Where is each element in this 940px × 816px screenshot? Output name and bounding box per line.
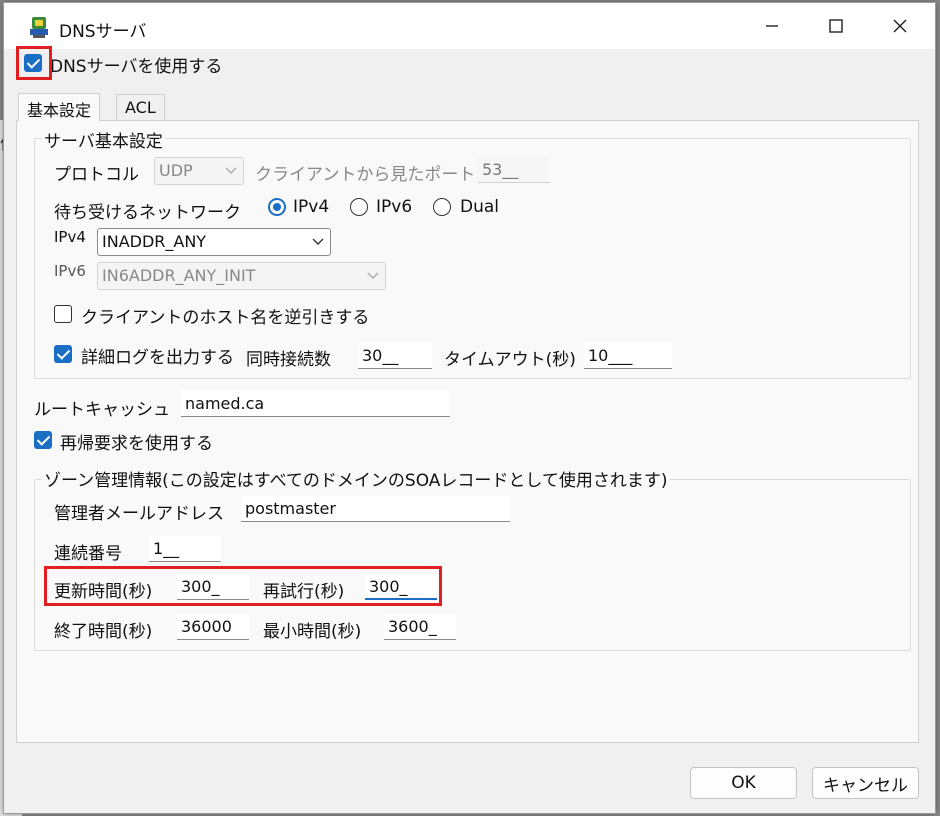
- ipv4-label: IPv4: [54, 228, 86, 246]
- chevron-down-icon: [225, 167, 237, 174]
- recursion-label: 再帰要求を使用する: [60, 434, 213, 454]
- use-dns-label: DNSサーバを使用する: [50, 57, 223, 77]
- zone-group-title: ゾーン管理情報(この設定はすべてのドメインのSOAレコードとして使用されます): [42, 466, 670, 491]
- admin-mail-field[interactable]: postmaster: [241, 496, 510, 522]
- minimum-field[interactable]: 3600_: [384, 614, 456, 640]
- reverse-lookup-checkbox[interactable]: [54, 305, 72, 323]
- ipv6-value: IN6ADDR_ANY_INIT: [102, 266, 256, 285]
- close-button[interactable]: [868, 3, 932, 49]
- ipv4-select[interactable]: INADDR_ANY: [97, 228, 331, 256]
- chevron-down-icon: [312, 238, 324, 245]
- root-cache-field[interactable]: named.ca: [181, 391, 450, 417]
- concurrent-field[interactable]: 30__: [358, 343, 432, 369]
- use-dns-checkbox[interactable]: [24, 54, 42, 72]
- cancel-button[interactable]: キャンセル: [812, 767, 919, 799]
- timeout-label: タイムアウト(秒): [444, 350, 576, 370]
- timeout-field[interactable]: 10___: [584, 343, 672, 369]
- maximize-icon: [829, 19, 843, 33]
- refresh-label: 更新時間(秒): [54, 582, 153, 602]
- radio-ipv4[interactable]: [268, 198, 286, 216]
- maximize-button[interactable]: [804, 3, 868, 49]
- protocol-select[interactable]: UDP: [154, 157, 244, 185]
- server-basic-group-title: サーバ基本設定: [42, 127, 165, 152]
- client-port-field[interactable]: 53__: [478, 157, 550, 183]
- radio-ipv6[interactable]: [350, 198, 368, 216]
- detail-log-label: 詳細ログを出力する: [81, 348, 234, 368]
- tab-basic-settings[interactable]: 基本設定: [18, 93, 101, 121]
- close-icon: [893, 19, 907, 33]
- expire-field[interactable]: 36000: [177, 614, 249, 640]
- concurrent-label: 同時接続数: [246, 350, 331, 370]
- protocol-label: プロトコル: [54, 165, 139, 185]
- reverse-lookup-label: クライアントのホスト名を逆引きする: [81, 308, 370, 328]
- radio-ipv6-label: IPv6: [376, 197, 413, 217]
- radio-dual[interactable]: [433, 198, 451, 216]
- ipv6-select[interactable]: IN6ADDR_ANY_INIT: [97, 262, 386, 290]
- retry-field[interactable]: 300_: [365, 574, 437, 600]
- minimum-label: 最小時間(秒): [263, 622, 362, 642]
- recursion-checkbox[interactable]: [34, 431, 52, 449]
- title-bar: DNSサーバ: [4, 3, 935, 49]
- expire-label: 終了時間(秒): [54, 622, 153, 642]
- client-port-label: クライアントから見たポート: [255, 165, 476, 185]
- ok-button[interactable]: OK: [690, 767, 797, 799]
- minimize-icon: [766, 25, 778, 27]
- retry-label: 再試行(秒): [263, 582, 345, 602]
- protocol-value: UDP: [159, 161, 193, 180]
- network-label: 待ち受けるネットワーク: [54, 203, 241, 223]
- radio-dual-label: Dual: [460, 197, 500, 217]
- radio-ipv4-label: IPv4: [293, 197, 330, 217]
- ipv4-value: INADDR_ANY: [102, 232, 207, 251]
- root-cache-label: ルートキャッシュ: [34, 400, 170, 420]
- dns-server-dialog: DNSサーバ DNSサーバを使用する 基本設定 ACL サーバ基本設定 プロトコ…: [3, 2, 936, 814]
- detail-log-checkbox[interactable]: [54, 345, 72, 363]
- window-title: DNSサーバ: [59, 22, 147, 42]
- serial-field[interactable]: 1__: [149, 536, 221, 562]
- admin-mail-label: 管理者メールアドレス: [54, 504, 224, 524]
- serial-label: 連続番号: [54, 544, 122, 564]
- refresh-field[interactable]: 300_: [177, 574, 249, 600]
- ipv6-label: IPv6: [54, 262, 86, 280]
- tab-acl[interactable]: ACL: [116, 94, 165, 122]
- chevron-down-icon: [367, 272, 379, 279]
- minimize-button[interactable]: [740, 3, 804, 49]
- app-icon: [30, 17, 48, 38]
